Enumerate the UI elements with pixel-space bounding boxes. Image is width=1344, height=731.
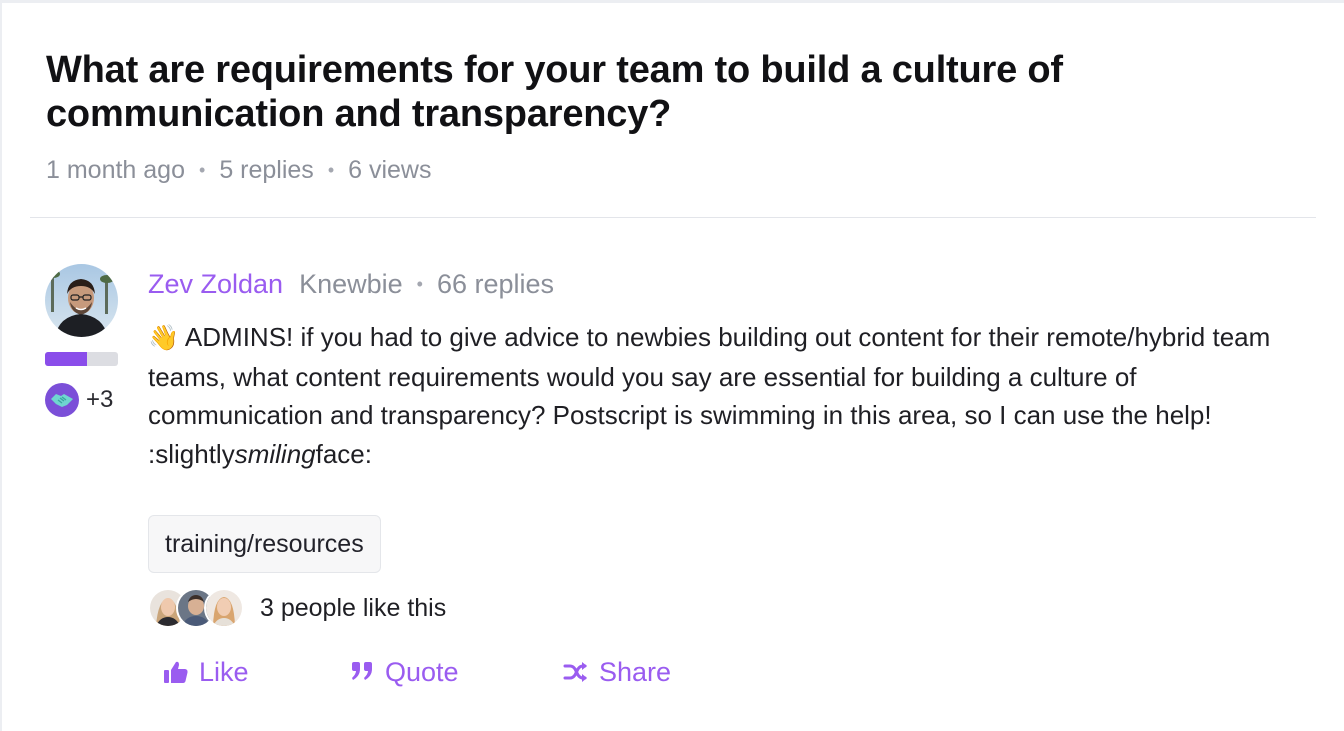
author-avatar[interactable]: [45, 264, 118, 337]
waving-hand-emoji: 👋: [148, 324, 180, 352]
author-info: Zev Zoldan Knewbie • 66 replies: [148, 267, 554, 301]
likers-row[interactable]: 3 people like this: [148, 588, 446, 628]
section-divider: [30, 217, 1316, 218]
share-label: Share: [599, 656, 672, 687]
author-name[interactable]: Zev Zoldan: [148, 267, 283, 301]
author-reply-count: 66 replies: [436, 269, 555, 299]
meta-separator: •: [199, 160, 206, 180]
quote-label: Quote: [385, 656, 459, 687]
post-text-tail: face:: [315, 438, 372, 469]
post-text-emphasis: smiling: [234, 438, 316, 469]
like-label: Like: [199, 656, 249, 687]
meta-separator: •: [416, 274, 423, 294]
author-level-bar: [45, 352, 118, 366]
shuffle-icon: [563, 662, 587, 682]
author-level-fill: [45, 352, 88, 366]
thread-age: 1 month ago: [46, 156, 185, 184]
handshake-badge-icon[interactable]: [45, 383, 79, 417]
post-body: 👋 ADMINS! if you had to give advice to n…: [148, 318, 1308, 473]
topic-tag[interactable]: training/resources: [148, 515, 381, 573]
like-button[interactable]: Like: [163, 652, 249, 692]
thumbs-up-icon: [164, 661, 188, 683]
quote-icon: [352, 662, 372, 680]
thread-title: What are requirements for your team to b…: [46, 49, 1063, 135]
author-rank: Knewbie: [299, 269, 403, 299]
badge-extra-count[interactable]: +3: [86, 385, 113, 415]
thread-view-count: 6 views: [348, 156, 432, 184]
liker-avatar[interactable]: [204, 588, 244, 628]
thread-meta: 1 month ago • 5 replies • 6 views: [46, 154, 432, 186]
thread-reply-count: 5 replies: [219, 156, 314, 184]
meta-separator: •: [327, 160, 335, 180]
likes-count-text[interactable]: 3 people like this: [260, 594, 446, 623]
quote-button[interactable]: Quote: [349, 652, 459, 692]
share-button[interactable]: Share: [563, 652, 671, 692]
